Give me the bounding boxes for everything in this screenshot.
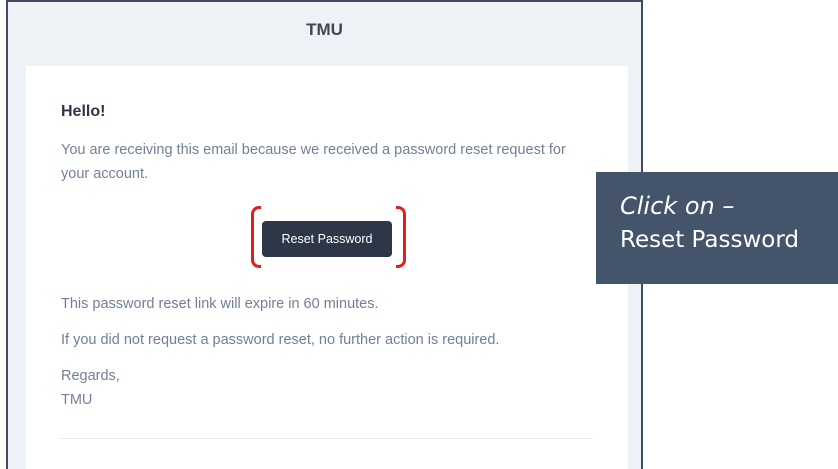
highlight-bracket-right xyxy=(396,206,406,268)
email-card: Hello! You are receiving this email beca… xyxy=(26,66,628,469)
instruction-callout: Click on – Reset Password xyxy=(596,172,838,284)
reset-password-button[interactable]: Reset Password xyxy=(262,221,392,257)
email-header-title: TMU xyxy=(306,20,343,39)
greeting-heading: Hello! xyxy=(61,103,106,120)
email-frame: TMU Hello! You are receiving this email … xyxy=(6,0,643,469)
footer-divider xyxy=(61,438,593,439)
highlight-bracket-left xyxy=(251,206,261,268)
signature-text: TMU xyxy=(61,392,93,408)
callout-instruction: Click on – xyxy=(620,192,735,220)
expiry-note: This password reset link will expire in … xyxy=(61,296,379,312)
intro-text: You are receiving this email because we … xyxy=(61,142,566,182)
callout-target: Reset Password xyxy=(620,227,799,253)
no-action-note: If you did not request a password reset,… xyxy=(61,332,500,348)
regards-text: Regards, xyxy=(61,368,120,384)
